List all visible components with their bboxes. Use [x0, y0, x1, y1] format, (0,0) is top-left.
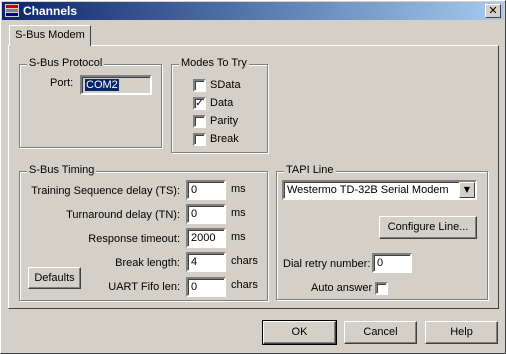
tapi-line-value: Westermo TD-32B Serial Modem	[287, 184, 449, 196]
modes-to-try-group: Modes To Try SData ✓ Data Parity Break	[171, 57, 268, 153]
s-bus-timing-label: S-Bus Timing	[27, 164, 97, 176]
dial-retry-label: Dial retry number:	[283, 258, 371, 270]
data-checkbox[interactable]: ✓	[193, 97, 206, 110]
cancel-button[interactable]: Cancel	[344, 321, 417, 344]
uart-fifo-len-unit: chars	[231, 279, 258, 291]
modes-to-try-label: Modes To Try	[179, 57, 249, 69]
uart-fifo-len-input[interactable]: 0	[186, 277, 226, 297]
break-label: Break	[210, 133, 239, 145]
training-sequence-delay-unit: ms	[231, 183, 246, 195]
auto-answer-checkbox[interactable]	[375, 282, 388, 295]
defaults-button[interactable]: Defaults	[28, 267, 81, 289]
tapi-line-label: TAPI Line	[284, 164, 336, 176]
port-value: COM2	[85, 79, 119, 91]
s-bus-protocol-group: S-Bus Protocol Port: COM2	[19, 57, 162, 148]
app-icon	[5, 4, 19, 17]
parity-label: Parity	[210, 115, 239, 127]
training-sequence-delay-label: Training Sequence delay (TS):	[31, 185, 180, 197]
turnaround-delay-input[interactable]: 0	[186, 204, 226, 224]
turnaround-delay-unit: ms	[231, 207, 246, 219]
port-label: Port:	[50, 77, 74, 89]
break-length-input[interactable]: 4	[186, 252, 226, 272]
chevron-down-icon[interactable]: ▼	[459, 182, 475, 198]
tapi-line-select[interactable]: Westermo TD-32B Serial Modem ▼	[282, 180, 477, 200]
break-checkbox[interactable]	[193, 133, 206, 146]
title-bar[interactable]: Channels ✕	[2, 2, 504, 20]
ok-button[interactable]: OK	[262, 320, 337, 345]
port-field[interactable]: COM2	[80, 75, 152, 95]
break-length-unit: chars	[231, 255, 258, 267]
channels-dialog: Channels ✕ S-Bus Modem S-Bus Protocol Po…	[0, 0, 506, 354]
turnaround-delay-label: Turnaround delay (TN):	[66, 209, 180, 221]
response-timeout-input[interactable]: 2000	[186, 228, 226, 248]
s-bus-protocol-label: S-Bus Protocol	[27, 57, 105, 69]
window-title: Channels	[23, 4, 78, 18]
tab-s-bus-modem[interactable]: S-Bus Modem	[9, 25, 91, 46]
s-bus-timing-group: S-Bus Timing Training Sequence delay (TS…	[19, 164, 268, 301]
dial-retry-input[interactable]: 0	[372, 253, 412, 273]
close-icon[interactable]: ✕	[485, 4, 501, 18]
auto-answer-label: Auto answer	[311, 282, 373, 294]
break-length-label: Break length:	[115, 257, 180, 269]
help-button[interactable]: Help	[425, 321, 498, 344]
response-timeout-label: Response timeout:	[88, 233, 180, 245]
sdata-label: SData	[210, 79, 241, 91]
sdata-checkbox[interactable]	[193, 79, 206, 92]
parity-checkbox[interactable]	[193, 115, 206, 128]
uart-fifo-len-label: UART Fifo len:	[108, 281, 180, 293]
configure-line-button[interactable]: Configure Line...	[379, 216, 477, 239]
data-label: Data	[210, 97, 234, 109]
tapi-line-group: TAPI Line Westermo TD-32B Serial Modem ▼…	[276, 164, 488, 300]
response-timeout-unit: ms	[231, 231, 246, 243]
training-sequence-delay-input[interactable]: 0	[186, 180, 226, 200]
